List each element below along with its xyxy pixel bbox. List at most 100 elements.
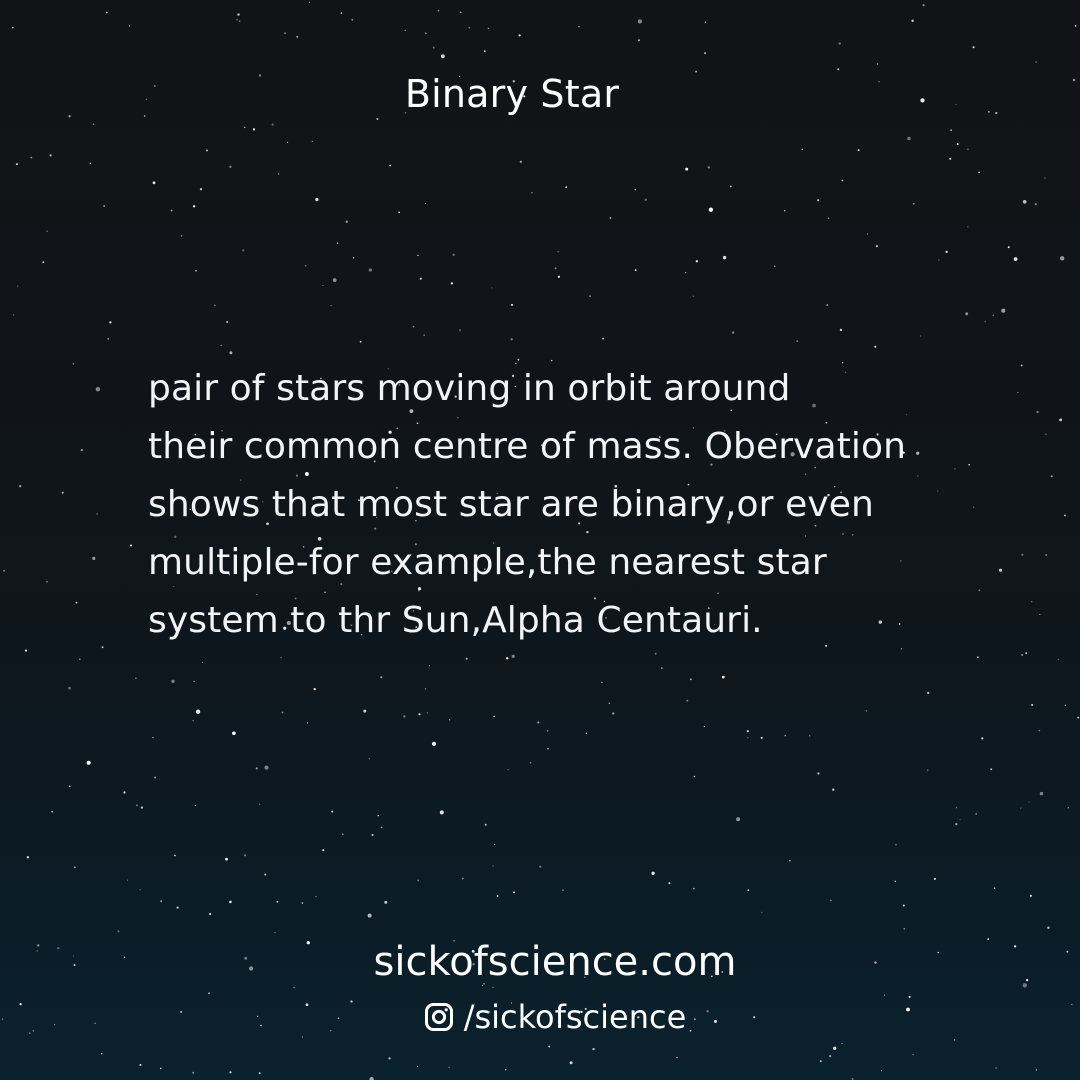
star: [95, 387, 101, 392]
star: [301, 902, 304, 904]
star: [258, 1072, 261, 1075]
star: [117, 930, 120, 933]
star: [376, 118, 379, 120]
star: [841, 179, 844, 182]
star: [465, 657, 468, 660]
star: [271, 123, 274, 126]
star: [92, 556, 96, 561]
star: [135, 804, 139, 807]
star: [956, 143, 959, 146]
star: [195, 709, 201, 714]
star: [874, 345, 877, 348]
star: [180, 235, 183, 237]
star: [875, 245, 878, 248]
star: [828, 1054, 832, 1058]
star: [902, 904, 905, 907]
star: [704, 21, 707, 23]
star: [437, 9, 440, 12]
star: [412, 325, 415, 328]
star: [199, 188, 203, 191]
star: [703, 725, 706, 728]
star: [229, 165, 232, 168]
star: [1028, 801, 1030, 803]
star: [496, 895, 499, 897]
star: [1044, 177, 1046, 179]
star: [1038, 729, 1041, 732]
star: [61, 491, 64, 494]
star: [1035, 1069, 1038, 1071]
star: [68, 686, 71, 690]
star: [281, 711, 284, 714]
star: [1020, 807, 1022, 809]
star: [336, 242, 339, 244]
star: [959, 819, 961, 821]
star: [176, 906, 179, 909]
star: [483, 50, 486, 53]
star: [833, 1046, 837, 1050]
star: [609, 217, 612, 219]
star: [15, 163, 18, 166]
star: [428, 665, 430, 667]
star: [919, 335, 922, 337]
star: [100, 1053, 103, 1055]
star: [1001, 308, 1006, 313]
social-handle: /sickofscience: [463, 998, 687, 1036]
star: [388, 1057, 391, 1060]
star: [783, 210, 786, 212]
star: [384, 900, 388, 904]
star: [809, 735, 811, 737]
star: [967, 226, 969, 228]
star: [746, 730, 749, 733]
star: [865, 710, 868, 712]
star: [340, 12, 343, 14]
star: [747, 737, 749, 739]
star: [431, 741, 437, 746]
star: [993, 887, 996, 890]
star: [837, 68, 840, 71]
star: [51, 810, 53, 813]
star: [352, 256, 355, 259]
star: [194, 804, 197, 807]
star: [426, 712, 429, 714]
star: [695, 260, 698, 263]
social-handle-row[interactable]: /sickofscience: [424, 994, 687, 1040]
star: [439, 810, 444, 815]
star: [135, 677, 137, 679]
star: [209, 912, 212, 916]
star: [332, 278, 337, 282]
star: [972, 46, 975, 49]
star: [510, 338, 513, 341]
star: [774, 265, 776, 267]
star: [827, 217, 830, 219]
star: [1050, 475, 1053, 478]
star: [238, 20, 241, 22]
definition-line: pair of stars moving in orbit around: [148, 368, 791, 409]
star: [306, 722, 309, 724]
star: [644, 198, 647, 201]
star: [389, 164, 391, 167]
star: [86, 760, 91, 765]
star: [965, 312, 969, 316]
star: [192, 1071, 195, 1074]
star: [139, 1063, 142, 1066]
star: [3, 569, 6, 572]
star: [461, 877, 464, 880]
star: [945, 250, 948, 254]
star: [692, 295, 694, 297]
star: [539, 865, 542, 868]
star: [418, 713, 421, 716]
star: [537, 721, 540, 724]
star: [315, 197, 319, 202]
star: [602, 337, 605, 340]
starry-background: Binary Star pair of stars moving in orbi…: [0, 0, 1080, 1080]
star: [1057, 658, 1059, 660]
star: [933, 877, 936, 880]
star: [80, 449, 83, 452]
star: [49, 154, 52, 157]
star: [832, 788, 835, 791]
website-link[interactable]: sickofscience.com: [0, 934, 1080, 990]
star: [313, 687, 316, 691]
star: [601, 681, 603, 684]
star: [1031, 703, 1034, 706]
star: [229, 900, 232, 904]
